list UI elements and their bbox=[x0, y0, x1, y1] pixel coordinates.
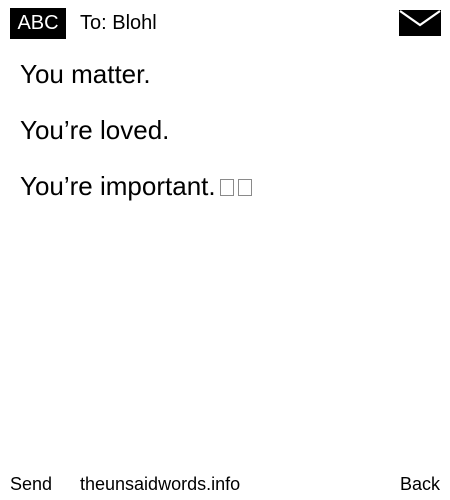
recipient-label: To: Blohl bbox=[80, 12, 157, 34]
input-mode-badge[interactable]: ABC bbox=[10, 8, 66, 39]
message-text: You’re loved. bbox=[20, 115, 170, 145]
missing-emoji-icon bbox=[237, 179, 252, 196]
message-header: ABC To: Blohl bbox=[0, 0, 450, 44]
website-link[interactable]: theunsaidwords.info bbox=[80, 472, 240, 496]
message-line-1: You matter. bbox=[20, 58, 440, 90]
message-text: You matter. bbox=[20, 59, 151, 89]
missing-emoji-icon bbox=[219, 179, 234, 196]
envelope-icon[interactable] bbox=[399, 10, 441, 36]
message-line-2: You’re loved. bbox=[20, 114, 440, 146]
message-body[interactable]: You matter. You’re loved. You’re importa… bbox=[20, 58, 440, 226]
send-button[interactable]: Send bbox=[10, 472, 52, 496]
message-text: You’re important. bbox=[20, 171, 216, 201]
message-line-3: You’re important. bbox=[20, 170, 440, 202]
back-button[interactable]: Back bbox=[400, 472, 440, 496]
softkey-bar: Send theunsaidwords.info Back bbox=[0, 472, 450, 498]
